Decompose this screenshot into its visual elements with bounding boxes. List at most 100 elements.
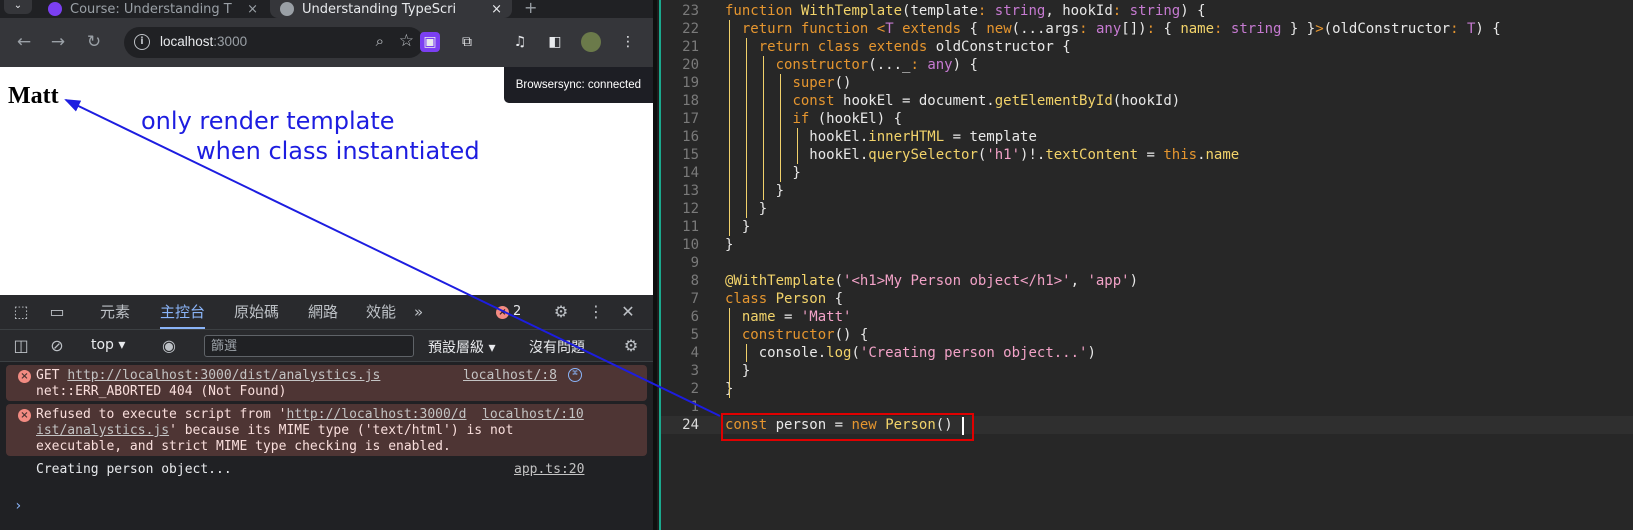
error-counter[interactable]: × 2 (496, 304, 521, 319)
tab-close-icon[interactable]: × (491, 2, 502, 17)
line-number: 8 (690, 273, 699, 289)
new-tab-button[interactable]: + (524, 0, 537, 17)
error-url-link[interactable]: ist/analystics.js (36, 423, 169, 438)
browser-window: ⌄ Course: Understanding T × Understandin… (0, 0, 653, 530)
console-settings-gear-icon[interactable]: ⚙ (620, 335, 642, 357)
code-line[interactable]: 5 constructor() { (661, 326, 1633, 344)
line-number: 2 (690, 381, 699, 397)
code-line[interactable]: 23 function WithTemplate(template: string… (661, 2, 1633, 20)
code-text: console.log('Creating person object...') (725, 345, 1096, 361)
console-sidebar-icon[interactable]: ◫ (10, 335, 32, 357)
error-url-link[interactable]: http://localhost:3000/dist/analystics.js (67, 368, 380, 383)
code-text: class Person { (725, 291, 844, 307)
indent-guide (746, 38, 748, 218)
source-link[interactable]: localhost/:10 (482, 407, 584, 422)
code-text: const hookEl = document.getElementById(h… (792, 93, 1181, 109)
code-line[interactable]: 20 constructor(..._: any) { (661, 56, 1633, 74)
code-editor[interactable]: 23 function WithTemplate(template: string… (661, 0, 1633, 530)
address-bar[interactable]: i localhost:3000 ⌕ ☆ (124, 27, 424, 58)
code-line[interactable]: 6 name = 'Matt' (661, 308, 1633, 326)
indent-guide (796, 128, 798, 164)
code-line[interactable]: 3 } (661, 362, 1633, 380)
code-line[interactable]: 7 class Person { (661, 290, 1633, 308)
search-icon[interactable]: ⌕ (376, 32, 384, 50)
console-error-message: × Refused to execute script from 'http:/… (6, 404, 647, 456)
code-line[interactable]: 13 } (661, 182, 1633, 200)
code-text: } (725, 183, 785, 199)
line-number: 12 (682, 201, 699, 217)
code-line[interactable]: 22 return function <T extends { new(...a… (661, 20, 1633, 38)
course-favicon-icon (48, 2, 62, 16)
device-toolbar-icon[interactable]: ▭ (46, 301, 68, 323)
console-filter-bar: ◫ ⊘ top ▾ ◉ 預設層級 ▾ 沒有問題 ⚙ (0, 330, 653, 362)
tab-strip: ⌄ Course: Understanding T × Understandin… (0, 0, 653, 18)
more-tabs-button[interactable]: » (414, 295, 423, 329)
code-text: hookEl.querySelector('h1')!.textContent … (725, 147, 1240, 163)
code-line[interactable]: 4 console.log('Creating person object...… (661, 344, 1633, 362)
live-expression-eye-icon[interactable]: ◉ (158, 335, 180, 357)
indent-guide (729, 20, 731, 236)
context-select[interactable]: top ▾ (91, 337, 125, 353)
tab-close-icon[interactable]: × (247, 2, 258, 17)
globe-favicon-icon (280, 2, 294, 16)
profile-avatar[interactable] (581, 32, 601, 52)
tab-network[interactable]: 網路 (308, 295, 338, 329)
code-line[interactable]: 14 } (661, 164, 1633, 182)
clear-console-icon[interactable]: ⊘ (46, 335, 68, 357)
bookmark-star-icon[interactable]: ☆ (399, 31, 414, 51)
media-control-icon[interactable]: ♫ (510, 32, 530, 52)
console-prompt[interactable]: › (14, 498, 22, 514)
text-cursor (962, 417, 964, 435)
error-url-link[interactable]: http://localhost:3000/d (286, 407, 466, 422)
forward-arrow-icon[interactable]: → (46, 30, 70, 54)
code-line[interactable]: 18 const hookEl = document.getElementByI… (661, 92, 1633, 110)
code-line[interactable]: 17 if (hookEl) { (661, 110, 1633, 128)
side-panel-icon[interactable]: ◧ (545, 32, 565, 52)
extensions-puzzle-icon[interactable]: ⧉ (457, 32, 477, 52)
site-info-icon[interactable]: i (134, 34, 150, 50)
tab-sources[interactable]: 原始碼 (234, 295, 279, 329)
devtools-menu-icon[interactable]: ⋮ (585, 301, 607, 323)
code-line[interactable]: 21 return class extends oldConstructor { (661, 38, 1633, 56)
tab-elements[interactable]: 元素 (100, 295, 130, 329)
code-line[interactable]: 2} (661, 380, 1633, 398)
code-line[interactable]: 12 } (661, 200, 1633, 218)
network-request-icon[interactable]: ⌘ (568, 368, 582, 382)
source-link[interactable]: localhost/:8 (463, 368, 557, 383)
tab-console[interactable]: 主控台 (160, 295, 206, 329)
settings-gear-icon[interactable]: ⚙ (550, 301, 572, 323)
line-number: 1 (690, 399, 699, 415)
tab-title: Course: Understanding T (70, 1, 232, 17)
code-text: super() (792, 75, 852, 91)
highlight-box (721, 413, 974, 441)
devtools-tabbar: ⬚ ▭ 元素 主控台 原始碼 網路 效能 » × 2 ⚙ ⋮ ✕ (0, 295, 653, 330)
extension-icon[interactable]: ▣ (420, 32, 440, 52)
indent-guide (762, 56, 764, 200)
reload-icon[interactable]: ↻ (82, 30, 106, 54)
inspect-element-icon[interactable]: ⬚ (10, 301, 32, 323)
code-line[interactable]: 19 super() (661, 74, 1633, 92)
code-line[interactable]: 16 hookEl.innerHTML = template (661, 128, 1633, 146)
code-text: return function <T extends { new(...args… (741, 21, 1501, 37)
code-line[interactable]: 15 hookEl.querySelector('h1')!.textConte… (661, 146, 1633, 164)
tab-search-button[interactable]: ⌄ (4, 0, 32, 14)
close-devtools-icon[interactable]: ✕ (617, 301, 639, 323)
menu-kebab-icon[interactable]: ⋮ (618, 32, 638, 52)
issues-status[interactable]: 沒有問題 (529, 337, 585, 357)
source-link[interactable]: app.ts:20 (514, 462, 584, 477)
line-number: 23 (682, 3, 699, 19)
code-line[interactable]: 8 @WithTemplate('<h1>My Person object</h1… (661, 272, 1633, 290)
line-number: 11 (682, 219, 699, 235)
tab-performance[interactable]: 效能 (366, 295, 396, 329)
back-arrow-icon[interactable]: ← (12, 30, 36, 54)
console-filter-input[interactable] (204, 335, 414, 357)
code-line[interactable]: 11 } (661, 218, 1633, 236)
annotation-line-2: when class instantiated (196, 137, 480, 165)
tab-course[interactable]: Course: Understanding T × (38, 0, 268, 18)
code-line[interactable]: 9 (661, 254, 1633, 272)
tab-typescript[interactable]: Understanding TypeScri × (270, 0, 512, 18)
log-levels-select[interactable]: 預設層級 ▾ (428, 337, 495, 357)
code-text: } (725, 237, 734, 253)
line-number: 9 (690, 255, 699, 271)
code-line[interactable]: 10} (661, 236, 1633, 254)
